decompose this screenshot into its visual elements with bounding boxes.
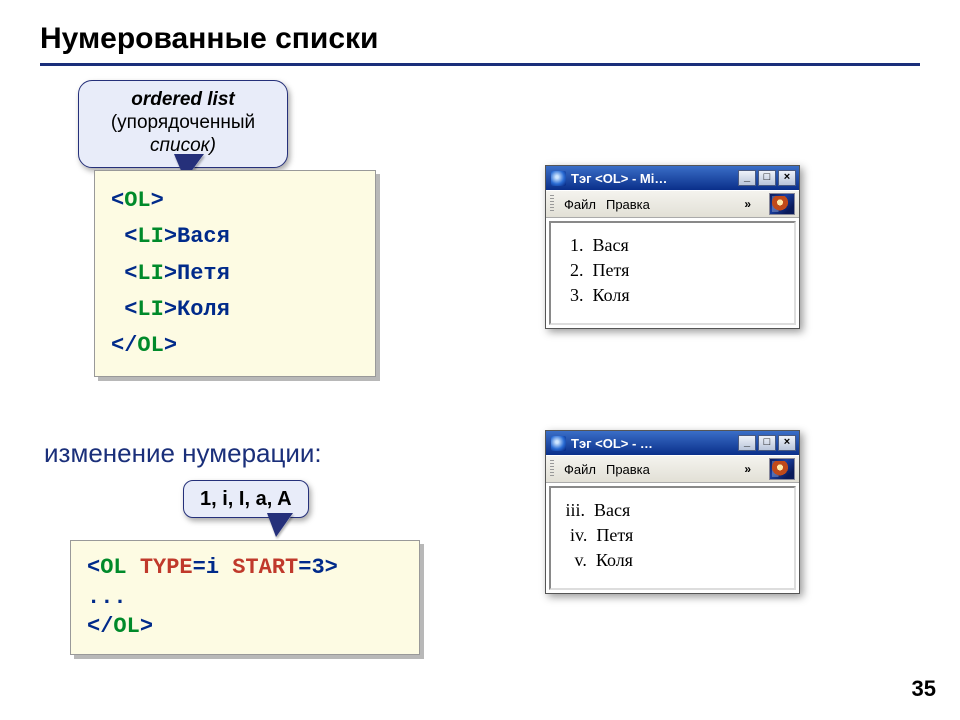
window-menubar: Файл Правка » [546, 190, 799, 218]
list-item: v. Коля [561, 548, 786, 573]
menu-edit[interactable]: Правка [606, 462, 650, 477]
ie-icon [551, 436, 566, 451]
callout-line: (упорядоченный [111, 112, 255, 133]
menu-file[interactable]: Файл [564, 197, 596, 212]
code-block-ol-type: <OL TYPE=i START=3> ... </OL> [70, 540, 420, 655]
code-text: < [111, 261, 137, 286]
code-text: >Вася [164, 224, 230, 249]
code-text: =i [193, 555, 233, 580]
ie-throbber-icon [769, 458, 795, 480]
page-number: 35 [912, 676, 936, 702]
menu-file[interactable]: Файл [564, 462, 596, 477]
window-buttons: _ □ × [738, 170, 796, 186]
code-tag: OL [124, 188, 150, 213]
code-text: </ [87, 614, 113, 639]
window-title: Тэг <OL> - … [571, 436, 653, 451]
code-text: >Коля [164, 297, 230, 322]
minimize-button[interactable]: _ [738, 170, 756, 186]
minimize-button[interactable]: _ [738, 435, 756, 451]
code-text: > [151, 188, 164, 213]
subheading: изменение нумерации: [44, 438, 322, 469]
callout-tail [268, 515, 292, 537]
code-text: =3> [298, 555, 338, 580]
code-text: > [164, 333, 177, 358]
code-text: < [111, 297, 137, 322]
menu-overflow[interactable]: » [740, 197, 755, 211]
code-text: < [87, 555, 100, 580]
ie-throbber-icon [769, 193, 795, 215]
callout-line: ordered list [131, 89, 234, 110]
window-buttons: _ □ × [738, 435, 796, 451]
browser-content: iii. Вася iv. Петя v. Коля [549, 486, 796, 590]
maximize-button[interactable]: □ [758, 170, 776, 186]
code-tag: OL [113, 614, 139, 639]
slide-title: Нумерованные списки [40, 22, 378, 56]
code-tag: LI [137, 224, 163, 249]
code-text: < [111, 224, 137, 249]
menu-overflow[interactable]: » [740, 462, 755, 476]
code-text: ... [87, 585, 127, 610]
ie-icon [551, 171, 566, 186]
window-title: Тэг <OL> - Mi… [571, 171, 667, 186]
browser-window-1: Тэг <OL> - Mi… _ □ × Файл Правка » 1. Ва… [545, 165, 800, 329]
code-text: < [111, 188, 124, 213]
window-menubar: Файл Правка » [546, 455, 799, 483]
list-item: 3. Коля [561, 283, 786, 308]
code-tag: LI [137, 297, 163, 322]
close-button[interactable]: × [778, 170, 796, 186]
menu-edit[interactable]: Правка [606, 197, 650, 212]
callout-line: список) [150, 135, 216, 156]
code-block-ol: <OL> <LI>Вася <LI>Петя <LI>Коля </OL> [94, 170, 376, 377]
list-item: 1. Вася [561, 233, 786, 258]
toolbar-grip [550, 195, 554, 213]
list-item: iii. Вася [561, 498, 786, 523]
code-text: >Петя [164, 261, 230, 286]
code-tag: OL [100, 555, 140, 580]
code-text: > [140, 614, 153, 639]
list-item: 2. Петя [561, 258, 786, 283]
code-tag: LI [137, 261, 163, 286]
code-attr: START [232, 555, 298, 580]
browser-content: 1. Вася 2. Петя 3. Коля [549, 221, 796, 325]
close-button[interactable]: × [778, 435, 796, 451]
code-tag: OL [137, 333, 163, 358]
window-titlebar: Тэг <OL> - … _ □ × [546, 431, 799, 455]
maximize-button[interactable]: □ [758, 435, 776, 451]
browser-window-2: Тэг <OL> - … _ □ × Файл Правка » iii. Ва… [545, 430, 800, 594]
window-titlebar: Тэг <OL> - Mi… _ □ × [546, 166, 799, 190]
list-item: iv. Петя [561, 523, 786, 548]
code-text: </ [111, 333, 137, 358]
code-attr: TYPE [140, 555, 193, 580]
title-underline [40, 63, 920, 66]
toolbar-grip [550, 460, 554, 478]
